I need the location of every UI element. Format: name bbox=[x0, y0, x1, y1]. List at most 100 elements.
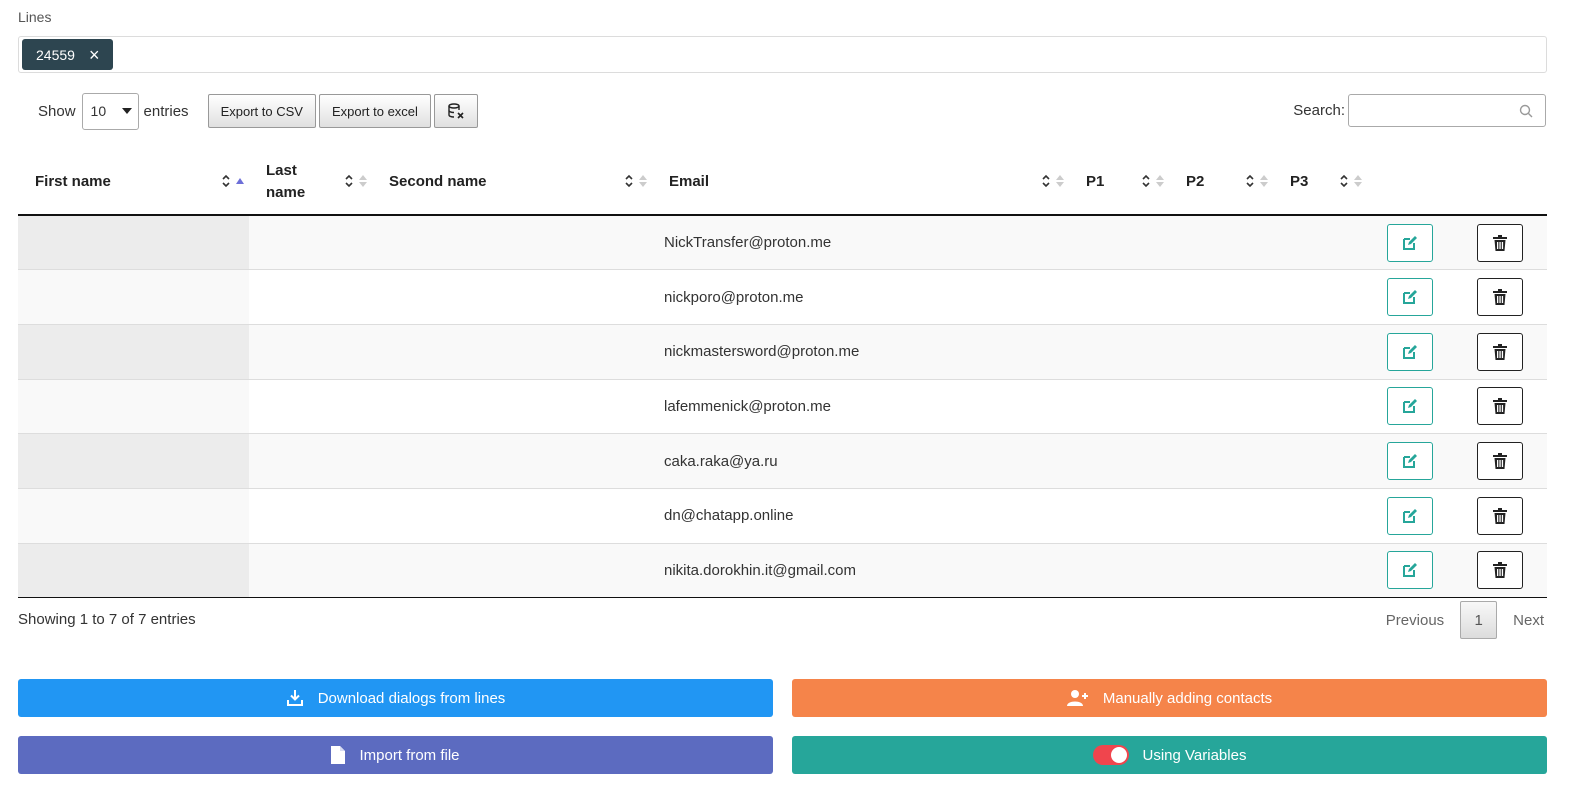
search-icon bbox=[1519, 104, 1533, 118]
entries-label: entries bbox=[143, 102, 189, 120]
show-label: Show bbox=[38, 102, 76, 120]
trash-icon bbox=[1493, 234, 1507, 251]
variables-toggle[interactable] bbox=[1092, 745, 1129, 765]
cell-email: nickmastersword@proton.me bbox=[652, 324, 1069, 380]
trash-icon bbox=[1493, 398, 1507, 415]
delete-button[interactable] bbox=[1477, 387, 1523, 426]
using-variables-button[interactable]: Using Variables bbox=[792, 736, 1547, 774]
cell-first bbox=[18, 543, 249, 599]
cell-last bbox=[249, 215, 372, 271]
search-label: Search: bbox=[1293, 102, 1345, 119]
edit-icon bbox=[1403, 235, 1417, 250]
sort-both-icon bbox=[639, 175, 647, 187]
sort-asc-icon bbox=[236, 178, 244, 184]
column-header-first-name[interactable]: First name bbox=[18, 150, 249, 216]
sort-icon bbox=[625, 174, 633, 188]
next-page-button[interactable]: Next bbox=[1497, 612, 1560, 629]
cell-p1 bbox=[1069, 488, 1169, 544]
edit-button[interactable] bbox=[1387, 551, 1433, 590]
lines-tag-input[interactable]: 24559 × bbox=[18, 36, 1547, 73]
table-row: nickporo@proton.me bbox=[18, 269, 1547, 325]
download-icon bbox=[286, 690, 303, 706]
column-header-label: P3 bbox=[1290, 173, 1309, 190]
export-csv-button[interactable]: Export to CSV bbox=[207, 94, 316, 128]
sort-icon bbox=[1042, 174, 1050, 188]
column-header-p2[interactable]: P2 bbox=[1169, 150, 1273, 216]
cell-email: nickporo@proton.me bbox=[652, 269, 1069, 325]
cell-p3 bbox=[1273, 379, 1367, 435]
column-header-second-name[interactable]: Second name bbox=[372, 150, 652, 216]
cell-first bbox=[18, 215, 249, 271]
cell-p2 bbox=[1169, 543, 1273, 599]
chevron-down-icon bbox=[121, 108, 132, 114]
delete-button[interactable] bbox=[1477, 442, 1523, 481]
edit-button[interactable] bbox=[1387, 387, 1433, 426]
edit-icon bbox=[1403, 290, 1417, 305]
cell-second bbox=[372, 215, 652, 271]
trash-icon bbox=[1493, 562, 1507, 579]
manual-add-contacts-label: Manually adding contacts bbox=[1102, 689, 1273, 707]
sort-both-icon bbox=[1156, 175, 1164, 187]
manual-add-contacts-button[interactable]: Manually adding contacts bbox=[792, 679, 1547, 717]
column-header-p1[interactable]: P1 bbox=[1069, 150, 1169, 216]
remove-tag-icon[interactable]: × bbox=[89, 46, 100, 64]
cell-p1 bbox=[1069, 543, 1169, 599]
column-header-email[interactable]: Email bbox=[652, 150, 1069, 216]
edit-button[interactable] bbox=[1387, 442, 1433, 481]
column-header-p3[interactable]: P3 bbox=[1273, 150, 1367, 216]
cell-p1 bbox=[1069, 379, 1169, 435]
delete-button[interactable] bbox=[1477, 551, 1523, 590]
edit-button[interactable] bbox=[1387, 278, 1433, 317]
cell-p3 bbox=[1273, 543, 1367, 599]
column-header-last-name[interactable]: Last name bbox=[249, 150, 372, 216]
cell-edit bbox=[1367, 269, 1453, 325]
cell-edit bbox=[1367, 433, 1453, 489]
cell-email: nikita.dorokhin.it@gmail.com bbox=[652, 543, 1069, 599]
cell-second bbox=[372, 543, 652, 599]
delete-button[interactable] bbox=[1477, 223, 1523, 262]
cell-last bbox=[249, 379, 372, 435]
cell-delete bbox=[1453, 433, 1547, 489]
delete-button[interactable] bbox=[1477, 278, 1523, 317]
cell-second bbox=[372, 269, 652, 325]
edit-button[interactable] bbox=[1387, 332, 1433, 371]
cell-p3 bbox=[1273, 488, 1367, 544]
page-1-button[interactable]: 1 bbox=[1460, 601, 1498, 639]
import-file-button[interactable]: Import from file bbox=[18, 736, 773, 774]
cell-delete bbox=[1453, 324, 1547, 380]
search-input[interactable] bbox=[1348, 94, 1546, 127]
cell-email: dn@chatapp.online bbox=[652, 488, 1069, 544]
sort-icon bbox=[222, 174, 230, 188]
cell-p3 bbox=[1273, 215, 1367, 271]
edit-icon bbox=[1403, 563, 1417, 578]
search-group: Search: bbox=[1293, 94, 1546, 127]
clear-filter-button[interactable] bbox=[433, 94, 478, 128]
cell-edit bbox=[1367, 488, 1453, 544]
sort-icon bbox=[1142, 174, 1150, 188]
cell-p3 bbox=[1273, 433, 1367, 489]
column-header-label: First name bbox=[35, 173, 111, 190]
column-header-edit bbox=[1367, 150, 1453, 216]
cell-delete bbox=[1453, 269, 1547, 325]
table-row: NickTransfer@proton.me bbox=[18, 215, 1547, 271]
trash-icon bbox=[1493, 289, 1507, 306]
table-row: dn@chatapp.online bbox=[18, 488, 1547, 544]
delete-button[interactable] bbox=[1477, 496, 1523, 535]
cell-p1 bbox=[1069, 269, 1169, 325]
previous-page-button[interactable]: Previous bbox=[1370, 612, 1460, 629]
export-excel-button[interactable]: Export to excel bbox=[318, 94, 431, 128]
download-dialogs-button[interactable]: Download dialogs from lines bbox=[18, 679, 773, 717]
edit-button[interactable] bbox=[1387, 496, 1433, 535]
cell-second bbox=[372, 324, 652, 380]
cell-last bbox=[249, 324, 372, 380]
edit-button[interactable] bbox=[1387, 223, 1433, 262]
entries-select[interactable]: 10 bbox=[81, 92, 139, 130]
table-header-row: First name Last name Second name Email P… bbox=[18, 150, 1547, 216]
toggle-knob bbox=[1110, 747, 1127, 763]
sort-both-icon bbox=[359, 175, 367, 187]
using-variables-label: Using Variables bbox=[1142, 746, 1247, 764]
line-tag: 24559 × bbox=[22, 39, 114, 70]
cell-first bbox=[18, 488, 249, 544]
delete-button[interactable] bbox=[1477, 332, 1523, 371]
cell-first bbox=[18, 269, 249, 325]
